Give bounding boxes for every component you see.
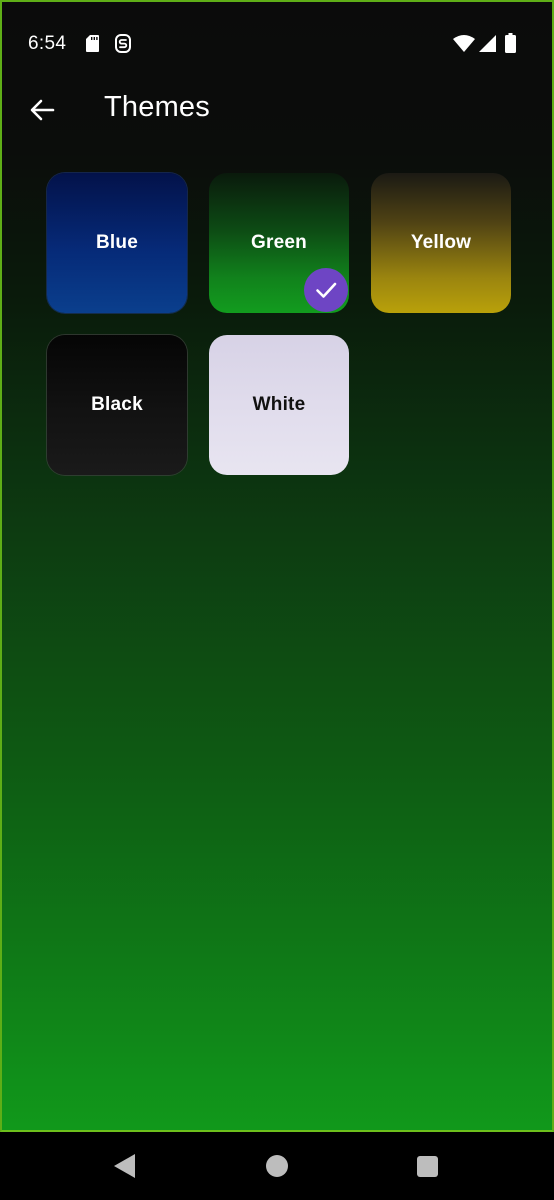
status-bar: 6:54 bbox=[2, 2, 554, 88]
theme-tile-yellow[interactable]: Yellow bbox=[371, 173, 511, 313]
page-title: Themes bbox=[104, 91, 210, 123]
check-icon bbox=[316, 282, 337, 298]
theme-label: Blue bbox=[96, 232, 138, 253]
selected-check-badge bbox=[304, 268, 348, 312]
s-notification-icon bbox=[115, 34, 131, 53]
theme-tile-black[interactable]: Black bbox=[47, 335, 187, 475]
cell-signal-icon bbox=[479, 35, 496, 52]
theme-tile-blue[interactable]: Blue bbox=[47, 173, 187, 313]
theme-label: Yellow bbox=[410, 232, 472, 253]
nav-recents-icon[interactable] bbox=[417, 1156, 438, 1177]
themes-screen: 6:54 Themes Blue Green Yellow Black Whit… bbox=[0, 0, 554, 1132]
battery-icon bbox=[505, 33, 516, 53]
nav-back-icon[interactable] bbox=[113, 1153, 137, 1179]
arrow-back-icon bbox=[30, 99, 55, 121]
screen: 6:54 Themes Blue Green Yellow Black Whit… bbox=[0, 0, 554, 1200]
back-button[interactable] bbox=[20, 88, 64, 132]
wifi-icon bbox=[453, 35, 475, 52]
theme-tile-white[interactable]: White bbox=[209, 335, 349, 475]
sd-card-icon bbox=[86, 35, 99, 52]
theme-label: White bbox=[252, 394, 306, 415]
nav-home-icon[interactable] bbox=[266, 1155, 288, 1177]
status-time: 6:54 bbox=[28, 33, 67, 54]
theme-label: Green bbox=[251, 232, 307, 253]
theme-label: Black bbox=[91, 394, 143, 415]
